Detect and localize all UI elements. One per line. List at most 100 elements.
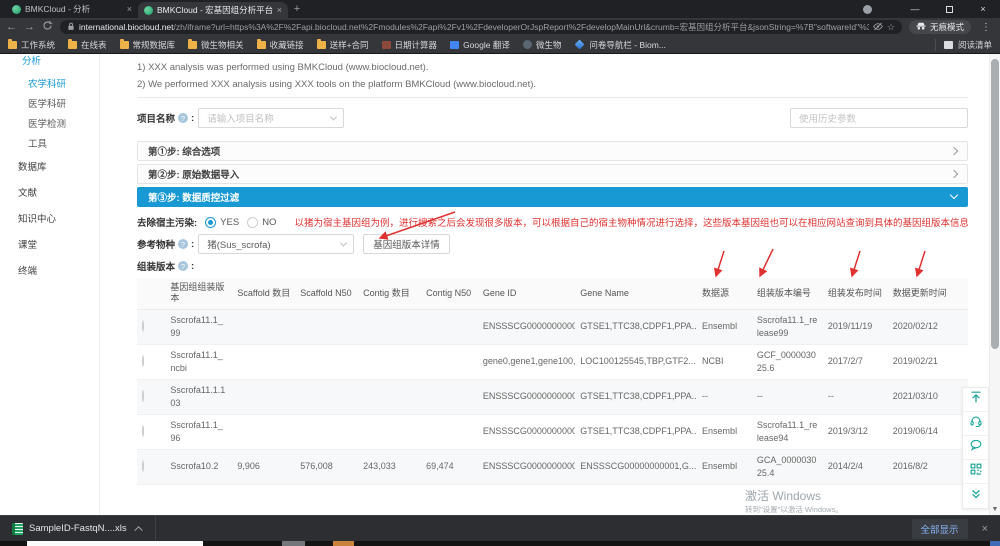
close-window-button[interactable]: × bbox=[966, 0, 1000, 18]
table-cell: 9,906 bbox=[232, 449, 295, 484]
table-cell: Sscrofa11.1_ncbi bbox=[165, 344, 232, 379]
radio-no-label[interactable]: NO bbox=[262, 217, 276, 228]
step-panel-1[interactable]: 第①步: 综合选项 bbox=[137, 141, 968, 161]
scrollbar-thumb[interactable] bbox=[991, 59, 999, 349]
sidebar-item-工具[interactable]: 工具 bbox=[0, 133, 99, 153]
radio-no[interactable] bbox=[247, 217, 258, 228]
bookmark-item[interactable]: 日期计算器 bbox=[382, 39, 438, 51]
radio-yes[interactable] bbox=[205, 217, 216, 228]
floating-toolbar bbox=[962, 387, 989, 509]
bookmark-item[interactable]: 问卷导航栏 - Biom... bbox=[574, 39, 666, 51]
collapse-button[interactable] bbox=[963, 484, 988, 508]
help-icon[interactable]: ? bbox=[178, 261, 188, 271]
reload-icon[interactable] bbox=[42, 20, 53, 34]
table-cell: Ensembl bbox=[697, 414, 752, 449]
table-cell bbox=[358, 344, 421, 379]
forward-icon[interactable]: → bbox=[24, 22, 35, 33]
table-row[interactable]: Sscrofa11.1_99ENSSSCG00000000002,E...GTS… bbox=[137, 309, 968, 344]
bookmark-item[interactable]: 微生物 bbox=[523, 39, 562, 51]
maximize-button[interactable] bbox=[932, 0, 966, 18]
customer-service-button[interactable] bbox=[963, 412, 988, 436]
qr-code-button[interactable] bbox=[963, 460, 988, 484]
menu-dots-icon[interactable]: ⋮ bbox=[978, 22, 994, 33]
sidebar-item-医学检测[interactable]: 医学检测 bbox=[0, 113, 99, 133]
row-radio[interactable] bbox=[142, 390, 144, 402]
genome-version-detail-button[interactable]: 基因组版本详情 bbox=[363, 234, 450, 254]
sidebar-item-数据库[interactable]: 数据库 bbox=[0, 153, 99, 179]
bookmark-star-icon[interactable]: ☆ bbox=[887, 23, 895, 32]
ref-species-select[interactable]: 猪(Sus_scrofa) bbox=[198, 234, 354, 254]
table-header: 数据更新时间 bbox=[888, 278, 968, 309]
table-row[interactable]: Sscrofa11.1.103ENSSSCG00000000002,E...GT… bbox=[137, 379, 968, 414]
table-cell: 2014/2/4 bbox=[823, 449, 888, 484]
sidebar-item-知识中心[interactable]: 知识中心 bbox=[0, 205, 99, 231]
sidebar-item-医学科研[interactable]: 医学科研 bbox=[0, 93, 99, 113]
table-row[interactable]: Sscrofa11.1_ncbigene0,gene1,gene100,ge..… bbox=[137, 344, 968, 379]
eye-off-icon[interactable] bbox=[873, 22, 883, 33]
host-filter-label: 去除宿主污染: bbox=[137, 215, 197, 229]
web-page: 分析农学科研医学科研医学检测工具数据库文献知识中心课堂终端 1) XXX ana… bbox=[0, 54, 1000, 515]
close-shelf-icon[interactable]: × bbox=[982, 523, 988, 535]
bookmark-item[interactable]: Google 翻译 bbox=[450, 39, 510, 51]
download-shelf: SampleID-FastqN....xls 全部显示 × bbox=[0, 515, 1000, 541]
row-radio[interactable] bbox=[142, 320, 144, 332]
table-cell bbox=[421, 344, 478, 379]
minimize-button[interactable]: — bbox=[898, 0, 932, 18]
sidebar-item-农学科研[interactable]: 农学科研 bbox=[0, 73, 99, 93]
sidebar-item-分析[interactable]: 分析 bbox=[0, 54, 99, 73]
step-panel-2[interactable]: 第②步: 原始数据导入 bbox=[137, 164, 968, 184]
address-bar[interactable]: international.biocloud.net/zh/iframe?url… bbox=[60, 20, 902, 34]
sidebar-item-终端[interactable]: 终端 bbox=[0, 257, 99, 283]
folder-icon bbox=[257, 41, 266, 49]
help-icon[interactable]: ? bbox=[178, 113, 188, 123]
sidebar-item-课堂[interactable]: 课堂 bbox=[0, 231, 99, 257]
history-params-input[interactable]: 使用历史参数 bbox=[790, 108, 968, 128]
help-icon[interactable]: ? bbox=[178, 239, 188, 249]
table-row[interactable]: Sscrofa10.29,906576,008243,03369,474ENSS… bbox=[137, 449, 968, 484]
table-cell: ENSSSCG00000000002,E... bbox=[478, 414, 575, 449]
reading-list-icon bbox=[944, 41, 953, 49]
table-cell bbox=[358, 414, 421, 449]
download-item[interactable]: SampleID-FastqN....xls bbox=[12, 523, 143, 535]
tab-close-icon[interactable]: × bbox=[277, 5, 282, 15]
bookmark-item[interactable]: 送样+合同 bbox=[317, 39, 369, 51]
chevron-up-icon[interactable] bbox=[134, 526, 142, 534]
bookmark-item[interactable]: 在线表 bbox=[68, 39, 107, 51]
scrollbar-down-icon[interactable]: ▼ bbox=[990, 506, 1000, 513]
table-cell: -- bbox=[823, 379, 888, 414]
bookmark-item[interactable]: 常规数据库 bbox=[120, 39, 176, 51]
bookmark-item[interactable]: 微生物相关 bbox=[188, 39, 244, 51]
radio-yes-label[interactable]: YES bbox=[220, 217, 239, 228]
profile-icon[interactable] bbox=[863, 5, 872, 14]
row-radio[interactable] bbox=[142, 425, 144, 437]
sidebar-item-文献[interactable]: 文献 bbox=[0, 179, 99, 205]
show-all-downloads-button[interactable]: 全部显示 bbox=[912, 519, 968, 539]
reading-list-button[interactable]: 阅读清单 bbox=[935, 39, 992, 51]
tab-strip: BMKCloud - 分析×BMKCloud - 宏基因组分析平台× + — × bbox=[0, 0, 1000, 18]
page-scrollbar[interactable]: ▼ bbox=[989, 54, 1000, 515]
table-row[interactable]: Sscrofa11.1_96ENSSSCG00000000002,E...GTS… bbox=[137, 414, 968, 449]
table-cell: 2019/3/12 bbox=[823, 414, 888, 449]
chat-button[interactable] bbox=[963, 436, 988, 460]
incognito-icon bbox=[916, 22, 926, 32]
table-cell bbox=[295, 344, 358, 379]
project-name-placeholder: 请输入项目名称 bbox=[207, 111, 274, 125]
table-cell: Sscrofa11.1_release99 bbox=[752, 309, 823, 344]
assembly-version-row: 组装版本 ?: bbox=[137, 259, 968, 273]
step-panel-3[interactable]: 第③步: 数据质控过滤 bbox=[137, 187, 968, 207]
host-filter-row: 去除宿主污染: YES NO 以猪为宿主基因组为例，进行搜索之后会发现很多版本，… bbox=[137, 215, 968, 229]
new-tab-button[interactable]: + bbox=[288, 0, 306, 18]
row-radio[interactable] bbox=[142, 460, 144, 472]
row-radio[interactable] bbox=[142, 355, 144, 367]
back-icon[interactable]: ← bbox=[6, 22, 17, 33]
tab-close-icon[interactable]: × bbox=[127, 4, 132, 14]
bookmark-label: Google 翻译 bbox=[463, 39, 510, 51]
bookmark-item[interactable]: 收藏链接 bbox=[257, 39, 304, 51]
project-name-select[interactable]: 请输入项目名称 bbox=[198, 108, 344, 128]
project-name-row: 项目名称 ?: 请输入项目名称 使用历史参数 bbox=[137, 108, 968, 128]
bookmark-item[interactable]: 工作系统 bbox=[8, 39, 55, 51]
back-to-top-button[interactable] bbox=[963, 388, 988, 412]
browser-tab[interactable]: BMKCloud - 分析× bbox=[6, 0, 138, 18]
translate-icon bbox=[450, 41, 459, 49]
browser-tab[interactable]: BMKCloud - 宏基因组分析平台× bbox=[138, 2, 288, 18]
